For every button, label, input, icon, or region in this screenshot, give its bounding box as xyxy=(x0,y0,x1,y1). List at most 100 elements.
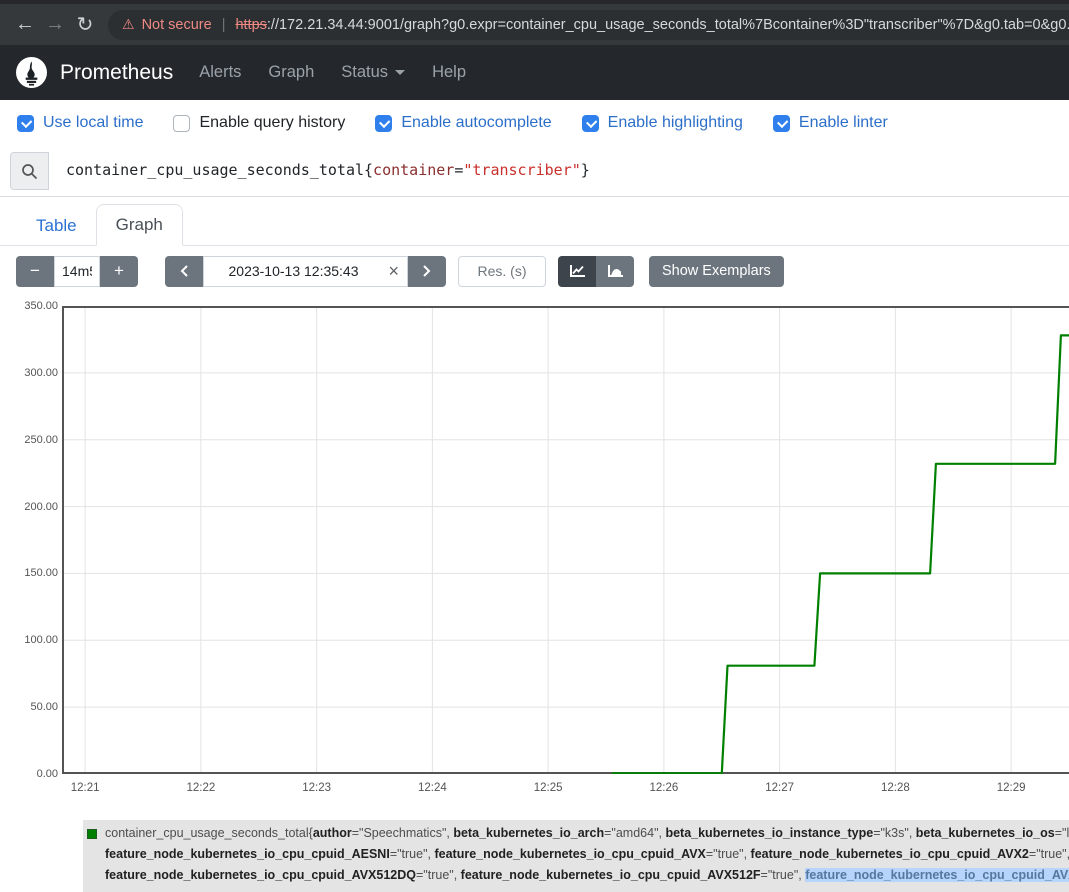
options-row: Use local time Enable query history Enable… xyxy=(0,100,1069,146)
range-input[interactable] xyxy=(54,256,100,287)
browser-back-icon[interactable]: ← xyxy=(10,13,40,36)
legend-lines: container_cpu_usage_seconds_total{author… xyxy=(105,823,1069,886)
not-secure-label[interactable]: Not secure xyxy=(142,17,212,33)
datetime-input[interactable] xyxy=(203,256,408,287)
legend-item[interactable]: container_cpu_usage_seconds_total{author… xyxy=(83,820,1069,892)
y-tick-label: 0.00 xyxy=(3,768,58,780)
legend-text-segment: ="true", xyxy=(706,847,751,861)
y-tick-label: 200.00 xyxy=(3,501,58,513)
query-token-label: container xyxy=(373,161,454,179)
nav-item-graph[interactable]: Graph xyxy=(268,63,314,82)
legend-text-segment: ="true", xyxy=(1029,847,1069,861)
option-label[interactable]: Use local time xyxy=(43,114,143,132)
stacked-chart-button[interactable] xyxy=(596,256,634,287)
legend-swatch xyxy=(87,829,97,839)
url-text: ://172.21.34.44:9001/graph?g0.expr=conta… xyxy=(267,17,1069,33)
nav-item-alerts[interactable]: Alerts xyxy=(199,63,241,82)
browser-reload-icon[interactable]: ↻ xyxy=(70,12,100,37)
chart-area[interactable]: 350.00 300.00 250.00 200.00 150.00 100.00 50.0… xyxy=(0,300,1069,805)
y-tick-label: 50.00 xyxy=(3,701,58,713)
range-input-group: − + xyxy=(16,256,138,287)
time-forward-button[interactable] xyxy=(408,256,446,287)
legend-text-segment: container_cpu_usage_seconds_total{ xyxy=(105,826,313,840)
x-tick-label: 12:21 xyxy=(60,782,110,794)
option-enable-autocomplete[interactable]: Enable autocomplete xyxy=(375,114,551,132)
chart-type-toggle xyxy=(558,256,634,287)
legend-text-segment: beta_kubernetes_io_instance_type xyxy=(665,826,873,840)
option-label[interactable]: Enable highlighting xyxy=(608,114,743,132)
nav-item-help[interactable]: Help xyxy=(432,63,466,82)
x-tick-label: 12:24 xyxy=(407,782,457,794)
legend-text-segment: feature_node_kubernetes_io_cpu_cpuid_AVX xyxy=(434,847,705,861)
legend-text-segment: ="linux", xyxy=(1055,826,1069,840)
checkbox-checked-icon[interactable] xyxy=(773,115,790,132)
tab-graph[interactable]: Graph xyxy=(96,204,183,246)
resolution-input[interactable] xyxy=(458,256,546,287)
time-input-group: × xyxy=(165,256,446,287)
x-tick-label: 12:27 xyxy=(755,782,805,794)
graph-controls: − + × xyxy=(0,246,1069,296)
x-tick-label: 12:28 xyxy=(870,782,920,794)
x-tick-label: 12:25 xyxy=(523,782,573,794)
legend-text-segment: feature_node_kubernetes_io_cpu_cpuid_AES… xyxy=(105,847,390,861)
legend-text-segment: beta_kubernetes_io_os xyxy=(916,826,1055,840)
legend-text-segment: ="Speechmatics", xyxy=(352,826,454,840)
x-tick-label: 12:22 xyxy=(176,782,226,794)
y-tick-label: 350.00 xyxy=(3,300,58,312)
x-tick-label: 12:29 xyxy=(986,782,1036,794)
legend-text-segment: author xyxy=(313,826,352,840)
prometheus-navbar: Prometheus Alerts Graph Status Help xyxy=(0,45,1069,100)
y-tick-label: 300.00 xyxy=(3,367,58,379)
y-tick-label: 150.00 xyxy=(3,567,58,579)
option-enable-highlighting[interactable]: Enable highlighting xyxy=(582,114,743,132)
x-tick-label: 12:23 xyxy=(292,782,342,794)
nav-item-status[interactable]: Status xyxy=(341,63,405,82)
option-label[interactable]: Enable autocomplete xyxy=(401,114,551,132)
caret-down-icon xyxy=(395,70,405,75)
option-enable-query-history[interactable]: Enable query history xyxy=(173,114,345,132)
clear-time-icon[interactable]: × xyxy=(388,260,399,282)
query-expression-input[interactable]: container_cpu_usage_seconds_total{contai… xyxy=(49,152,590,179)
option-use-local-time[interactable]: Use local time xyxy=(17,114,143,132)
prometheus-logo-icon[interactable] xyxy=(16,57,47,88)
checkbox-checked-icon[interactable] xyxy=(582,115,599,132)
stacked-chart-icon xyxy=(607,264,624,279)
option-enable-linter[interactable]: Enable linter xyxy=(773,114,888,132)
browser-toolbar: ← → ↻ ⚠ Not secure | https ://172.21.34.… xyxy=(0,4,1069,45)
url-scheme: https xyxy=(235,17,266,33)
address-bar[interactable]: ⚠ Not secure | https ://172.21.34.44:900… xyxy=(108,10,1069,40)
panel-tabs: Table Graph xyxy=(0,198,1069,246)
warning-triangle-icon: ⚠ xyxy=(122,16,135,33)
chart-svg[interactable] xyxy=(62,306,1069,774)
checkbox-checked-icon[interactable] xyxy=(375,115,392,132)
tab-table[interactable]: Table xyxy=(17,206,96,246)
brand-title[interactable]: Prometheus xyxy=(60,61,173,85)
navbar-links: Alerts Graph Status Help xyxy=(199,63,466,82)
search-icon-box xyxy=(10,152,49,190)
legend-text-segment: ="k3s", xyxy=(873,826,916,840)
range-decrement-button[interactable]: − xyxy=(16,256,54,287)
checkbox-unchecked-icon[interactable] xyxy=(173,115,190,132)
checkbox-checked-icon[interactable] xyxy=(17,115,34,132)
y-tick-label: 250.00 xyxy=(3,434,58,446)
legend-text-segment: beta_kubernetes_io_arch xyxy=(453,826,604,840)
option-label[interactable]: Enable linter xyxy=(799,114,888,132)
chevron-right-icon xyxy=(422,264,432,278)
legend-line: feature_node_kubernetes_io_cpu_cpuid_AES… xyxy=(105,844,1069,865)
chevron-left-icon xyxy=(179,264,189,278)
legend-text-segment: ="amd64", xyxy=(604,826,665,840)
query-token-string: "transcriber" xyxy=(463,161,580,179)
url-divider: | xyxy=(222,17,226,33)
show-exemplars-button[interactable]: Show Exemplars xyxy=(649,256,784,287)
query-token-plain: container_cpu_usage_seconds_total{ xyxy=(66,161,373,179)
query-row: container_cpu_usage_seconds_total{contai… xyxy=(0,146,1069,197)
option-label[interactable]: Enable query history xyxy=(199,114,345,132)
range-increment-button[interactable]: + xyxy=(100,256,138,287)
y-tick-label: 100.00 xyxy=(3,634,58,646)
line-chart-button[interactable] xyxy=(558,256,596,287)
browser-forward-icon[interactable]: → xyxy=(40,13,70,36)
time-back-button[interactable] xyxy=(165,256,203,287)
x-tick-label: 12:26 xyxy=(639,782,689,794)
line-chart-icon xyxy=(569,264,586,279)
legend-text-segment: ="true", xyxy=(390,847,435,861)
